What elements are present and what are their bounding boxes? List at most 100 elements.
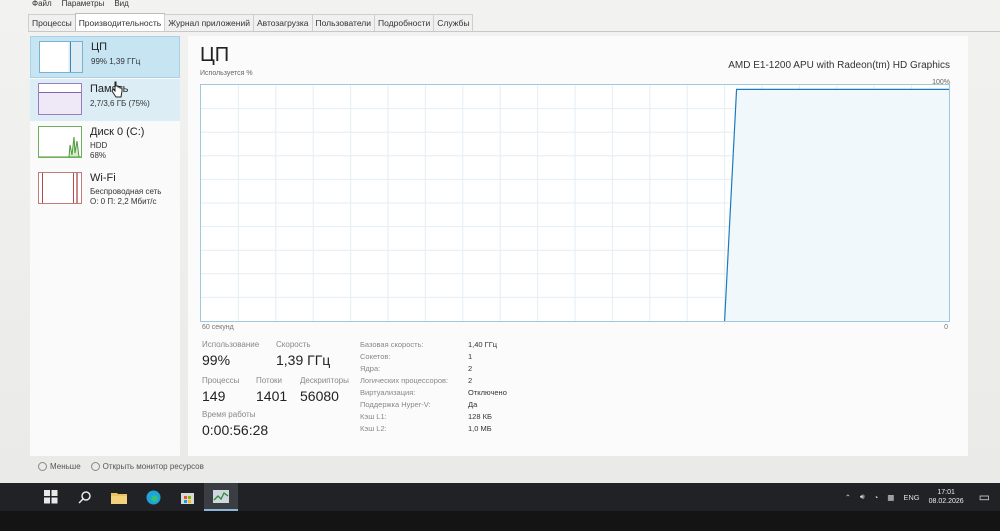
spec-label-base-speed: Базовая скорость:: [360, 340, 424, 349]
start-button[interactable]: [34, 483, 68, 511]
uptime-value: 0:00:56:28: [202, 422, 269, 438]
threads-value: 1401: [256, 388, 288, 404]
system-tray: ⌃ 🔊︎ ◔ ▦ ENG 17:01 08.02.2026 ▭: [845, 483, 990, 511]
spec-value-l1: 128 КБ: [468, 412, 492, 421]
tab-app-history[interactable]: Журнал приложений: [164, 14, 254, 31]
wifi-icon[interactable]: ◔: [874, 493, 879, 502]
volume-icon[interactable]: 🔊︎: [860, 492, 865, 502]
taskbar-store[interactable]: [170, 483, 204, 511]
menu-file[interactable]: Файл: [32, 0, 52, 10]
usage-value: 99%: [202, 352, 231, 368]
memory-thumb-graph: [38, 83, 82, 115]
graph-zero-label: 0: [944, 324, 948, 331]
sidebar-disk-title: Диск 0 (C:): [90, 126, 145, 138]
resource-monitor-icon: [90, 462, 100, 471]
sidebar-item-memory[interactable]: Память 2,7/3,6 ГБ (75%): [30, 79, 180, 121]
spec-label-l2: Кэш L2:: [360, 424, 387, 433]
tab-services[interactable]: Службы: [433, 14, 474, 31]
open-resource-monitor-link[interactable]: Открыть монитор ресурсов: [90, 462, 204, 471]
cpu-thumb-graph: [39, 41, 83, 73]
page-title: ЦП: [200, 44, 230, 66]
task-manager-window: Файл Параметры Вид Процессы Производител…: [0, 0, 1000, 531]
threads-label: Потоки: [256, 376, 283, 385]
spec-label-hyperv: Поддержка Hyper-V:: [360, 400, 431, 409]
sidebar-item-disk[interactable]: Диск 0 (C:) HDD 68%: [30, 122, 180, 164]
speed-value: 1,39 ГГц: [276, 352, 331, 368]
sidebar-wifi-sub1: Беспроводная сеть: [90, 187, 162, 196]
spec-label-l1: Кэш L1:: [360, 412, 387, 421]
menu-view[interactable]: Вид: [114, 0, 128, 10]
sidebar-wifi-sub2: О: 0 П: 2,2 Мбит/с: [90, 197, 157, 206]
tab-users[interactable]: Пользователи: [311, 14, 376, 31]
speed-label: Скорость: [276, 340, 311, 349]
mouse-cursor-icon: [111, 81, 123, 98]
language-indicator[interactable]: ENG: [903, 493, 919, 502]
wifi-thumb-graph: [38, 172, 82, 204]
tab-details[interactable]: Подробности: [374, 14, 435, 31]
cpu-usage-area: [724, 89, 949, 321]
search-button[interactable]: [68, 483, 102, 511]
tab-performance[interactable]: Производительность: [74, 13, 166, 31]
sidebar-cpu-title: ЦП: [91, 41, 108, 53]
task-manager-icon: [213, 489, 229, 503]
sidebar-wifi-title: Wi-Fi: [90, 172, 116, 184]
handles-value: 56080: [300, 388, 339, 404]
disk-thumb-graph: [38, 126, 82, 158]
processes-value: 149: [202, 388, 226, 404]
spec-value-base-speed: 1,40 ГГц: [468, 340, 498, 349]
sidebar-memory-sub: 2,7/3,6 ГБ (75%): [90, 99, 150, 108]
cpu-model-name: AMD E1-1200 APU with Radeon(tm) HD Graph…: [728, 60, 950, 71]
cpu-usage-graph-svg: [201, 85, 949, 321]
spec-value-cores: 2: [468, 364, 473, 373]
menu-options[interactable]: Параметры: [62, 0, 105, 10]
uptime-label: Время работы: [202, 410, 256, 419]
spec-value-hyperv: Да: [468, 400, 478, 409]
edge-browser-icon: [146, 490, 160, 504]
store-bag-icon: [180, 493, 194, 504]
footer-bar: Меньше Открыть монитор ресурсов: [38, 462, 204, 471]
clock-time: 17:01: [937, 489, 955, 496]
spec-label-cores: Ядра:: [360, 364, 381, 373]
sidebar-item-cpu[interactable]: ЦП 99% 1,39 ГГц: [30, 36, 180, 78]
perf-sidebar: ЦП 99% 1,39 ГГц Память 2,7/3,6 ГБ (75%) …: [30, 36, 180, 456]
cpu-panel: ЦП AMD E1-1200 APU with Radeon(tm) HD Gr…: [188, 36, 968, 456]
spec-value-virtualization: Отключено: [468, 388, 507, 397]
graph-usage-label: Используется %: [200, 70, 253, 77]
sidebar-item-wifi[interactable]: Wi-Fi Беспроводная сеть О: 0 П: 2,2 Мбит…: [30, 168, 180, 210]
resource-monitor-label: Открыть монитор ресурсов: [102, 462, 204, 471]
menu-bar: Файл Параметры Вид: [0, 0, 1000, 10]
handles-label: Дескрипторы: [300, 376, 349, 385]
taskbar-edge[interactable]: [136, 483, 170, 511]
spec-value-l2: 1,0 МБ: [468, 424, 492, 433]
tab-processes[interactable]: Процессы: [28, 14, 76, 31]
processes-label: Процессы: [202, 376, 240, 385]
folder-icon: [111, 492, 127, 504]
clock[interactable]: 17:01 08.02.2026: [929, 488, 964, 506]
tab-bar: Процессы Производительность Журнал прило…: [28, 12, 1000, 32]
search-icon: [78, 491, 91, 504]
tray-chevron-up-icon[interactable]: ⌃: [845, 493, 851, 502]
usage-label: Использование: [202, 340, 260, 349]
taskbar-explorer[interactable]: [102, 483, 136, 511]
spec-value-sockets: 1: [468, 352, 473, 361]
network-icon[interactable]: ▦: [887, 493, 894, 502]
clock-date: 08.02.2026: [928, 498, 964, 505]
sidebar-cpu-sub: 99% 1,39 ГГц: [91, 57, 141, 66]
spec-label-logical: Логических процессоров:: [360, 376, 449, 385]
less-details-label: Меньше: [50, 462, 81, 471]
spec-value-logical: 2: [468, 376, 473, 385]
chevron-up-icon: [38, 462, 47, 471]
sidebar-disk-sub1: HDD: [90, 141, 108, 150]
windows-logo-icon: [44, 490, 58, 504]
spec-label-sockets: Сокетов:: [360, 352, 391, 361]
notifications-icon[interactable]: ▭: [979, 490, 990, 504]
spec-label-virtualization: Виртуализация:: [360, 388, 416, 397]
tab-startup[interactable]: Автозагрузка: [252, 14, 313, 31]
cpu-usage-graph: [200, 84, 950, 322]
sidebar-disk-sub2: 68%: [90, 151, 107, 160]
screen-bezel: [0, 511, 1000, 531]
less-details-button[interactable]: Меньше: [38, 462, 81, 471]
taskbar-task-manager[interactable]: [204, 483, 238, 511]
graph-time-label: 60 секунд: [202, 324, 234, 331]
taskbar: ⌃ 🔊︎ ◔ ▦ ENG 17:01 08.02.2026 ▭: [0, 483, 1000, 511]
